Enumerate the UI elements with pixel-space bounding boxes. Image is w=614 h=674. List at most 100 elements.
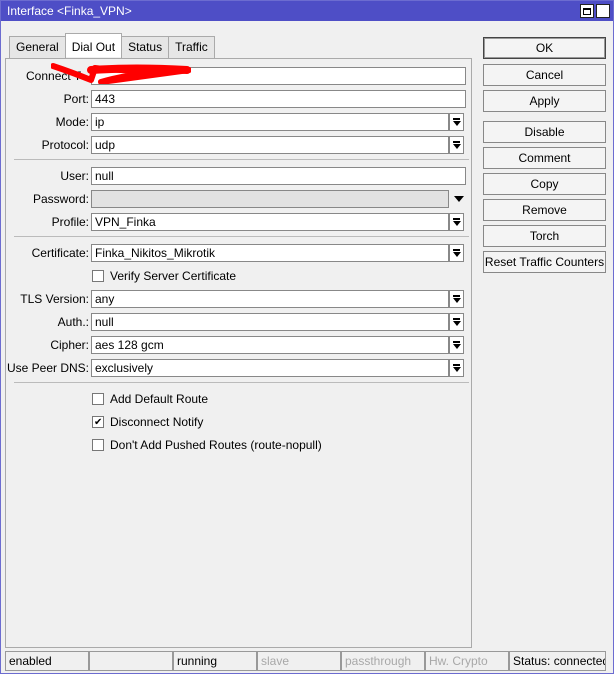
- separator: [14, 236, 469, 237]
- dropdown-bar-icon: [453, 295, 460, 297]
- tab-bar: General Dial Out Status Traffic: [9, 33, 215, 58]
- auth-label: Auth.:: [57, 315, 89, 329]
- auth-select[interactable]: null: [91, 313, 449, 331]
- mode-row: Mode:: [6, 113, 89, 131]
- tls-version-select[interactable]: any: [91, 290, 449, 308]
- status-connected: Status: connected: [509, 651, 606, 671]
- redaction-scribble: [51, 63, 191, 84]
- status-slave: slave: [257, 651, 341, 671]
- cipher-row: Cipher:: [6, 336, 89, 354]
- certificate-label: Certificate:: [31, 246, 89, 260]
- mode-dropdown-button[interactable]: [449, 113, 464, 131]
- chevron-down-icon: [452, 252, 461, 257]
- protocol-select[interactable]: udp: [91, 136, 449, 154]
- tls-version-label: TLS Version:: [20, 292, 89, 306]
- maximize-button[interactable]: [580, 4, 594, 18]
- password-field[interactable]: [91, 190, 449, 208]
- tab-status[interactable]: Status: [121, 36, 170, 58]
- status-hw-crypto: Hw. Crypto: [425, 651, 509, 671]
- checkmark-icon: [92, 416, 104, 428]
- disconnect-notify-checkbox[interactable]: Disconnect Notify: [92, 414, 203, 430]
- password-label: Password:: [32, 192, 89, 206]
- dropdown-bar-icon: [453, 118, 460, 120]
- user-label: User:: [60, 169, 89, 183]
- auth-dropdown-button[interactable]: [449, 313, 464, 331]
- tls-version-row: TLS Version:: [6, 290, 89, 308]
- dial-out-panel: Connect T Port: 443 Mode: ip Protocol: u…: [5, 58, 472, 648]
- add-default-route-label: Add Default Route: [110, 392, 209, 406]
- mode-label: Mode:: [55, 115, 89, 129]
- certificate-row: Certificate:: [6, 244, 89, 262]
- dropdown-bar-icon: [453, 249, 460, 251]
- dropdown-bar-icon: [453, 364, 460, 366]
- checkbox-unchecked-icon: [92, 439, 104, 451]
- add-default-route-checkbox[interactable]: Add Default Route: [92, 391, 208, 407]
- profile-select[interactable]: VPN_Finka: [91, 213, 449, 231]
- chevron-down-icon: [452, 221, 461, 226]
- cipher-select[interactable]: aes 128 gcm: [91, 336, 449, 354]
- status-bar: enabled running slave passthrough Hw. Cr…: [5, 651, 606, 671]
- dropdown-bar-icon: [453, 218, 460, 220]
- status-enabled: enabled: [5, 651, 89, 671]
- user-field[interactable]: null: [91, 167, 466, 185]
- profile-dropdown-button[interactable]: [449, 213, 464, 231]
- remove-button[interactable]: Remove: [483, 199, 606, 221]
- certificate-select[interactable]: Finka_Nikitos_Mikrotik: [91, 244, 449, 262]
- protocol-row: Protocol:: [6, 136, 89, 154]
- use-peer-dns-row: Use Peer DNS:: [6, 359, 89, 377]
- verify-server-certificate-checkbox[interactable]: Verify Server Certificate: [92, 268, 236, 284]
- mode-select[interactable]: ip: [91, 113, 449, 131]
- use-peer-dns-dropdown-button[interactable]: [449, 359, 464, 377]
- auth-row: Auth.:: [6, 313, 89, 331]
- certificate-dropdown-button[interactable]: [449, 244, 464, 262]
- password-row: Password:: [6, 190, 89, 208]
- checkbox-unchecked-icon: [92, 393, 104, 405]
- profile-row: Profile:: [6, 213, 89, 231]
- verify-server-certificate-label: Verify Server Certificate: [110, 269, 237, 283]
- status-blank: [89, 651, 173, 671]
- chevron-down-icon: [452, 344, 461, 349]
- chevron-down-icon: [452, 144, 461, 149]
- separator: [14, 382, 469, 383]
- cipher-dropdown-button[interactable]: [449, 336, 464, 354]
- cancel-button[interactable]: Cancel: [483, 64, 606, 86]
- window-title: Interface <Finka_VPN>: [7, 4, 132, 18]
- dont-add-pushed-routes-label: Don't Add Pushed Routes (route-nopull): [110, 438, 322, 452]
- protocol-dropdown-button[interactable]: [449, 136, 464, 154]
- status-running: running: [173, 651, 257, 671]
- tab-general[interactable]: General: [9, 36, 66, 58]
- torch-button[interactable]: Torch: [483, 225, 606, 247]
- chevron-down-icon: [452, 321, 461, 326]
- apply-button[interactable]: Apply: [483, 90, 606, 112]
- password-dropdown-button[interactable]: [451, 190, 466, 208]
- comment-button[interactable]: Comment: [483, 147, 606, 169]
- tab-dial-out[interactable]: Dial Out: [64, 33, 123, 57]
- dropdown-bar-icon: [453, 318, 460, 320]
- reset-traffic-counters-button[interactable]: Reset Traffic Counters: [483, 251, 606, 273]
- port-field[interactable]: 443: [91, 90, 466, 108]
- user-row: User:: [6, 167, 89, 185]
- ok-button[interactable]: OK: [483, 37, 606, 59]
- chevron-down-icon: [452, 298, 461, 303]
- disable-button[interactable]: Disable: [483, 121, 606, 143]
- tab-traffic[interactable]: Traffic: [168, 36, 215, 58]
- disconnect-notify-label: Disconnect Notify: [110, 415, 204, 429]
- use-peer-dns-select[interactable]: exclusively: [91, 359, 449, 377]
- port-label: Port:: [63, 92, 89, 106]
- dont-add-pushed-routes-checkbox[interactable]: Don't Add Pushed Routes (route-nopull): [92, 437, 322, 453]
- use-peer-dns-label: Use Peer DNS:: [6, 361, 89, 375]
- copy-button[interactable]: Copy: [483, 173, 606, 195]
- protocol-label: Protocol:: [41, 138, 89, 152]
- dropdown-bar-icon: [453, 141, 460, 143]
- checkbox-unchecked-icon: [92, 270, 104, 282]
- close-button[interactable]: ✕: [596, 4, 610, 18]
- separator: [14, 159, 469, 160]
- maximize-icon: [583, 7, 591, 15]
- tls-version-dropdown-button[interactable]: [449, 290, 464, 308]
- profile-label: Profile:: [51, 215, 89, 229]
- chevron-down-icon: [452, 121, 461, 126]
- title-bar[interactable]: Interface <Finka_VPN> ✕: [1, 1, 613, 21]
- dropdown-bar-icon: [453, 341, 460, 343]
- chevron-down-icon: [453, 196, 464, 202]
- interface-window: Interface <Finka_VPN> ✕ General Dial Out…: [0, 0, 614, 674]
